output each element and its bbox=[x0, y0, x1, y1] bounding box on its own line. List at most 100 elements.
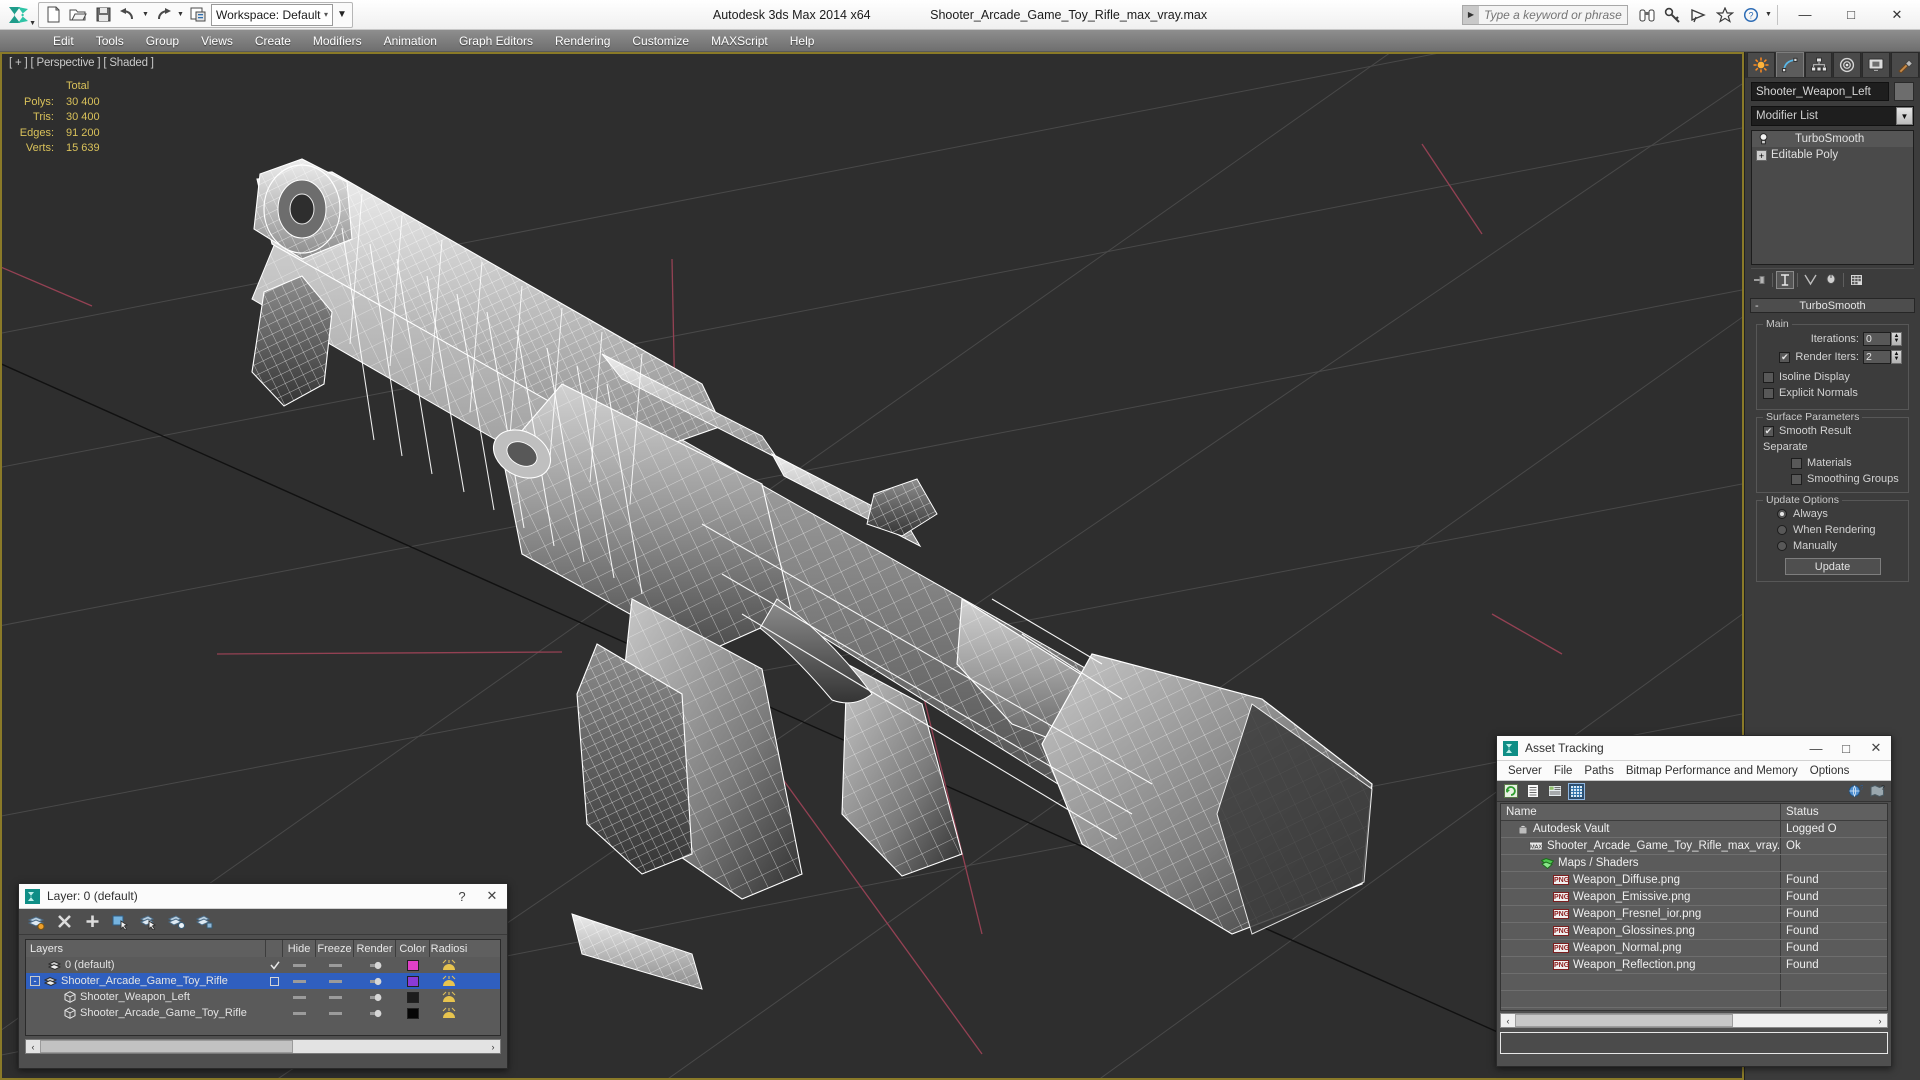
menu-customize[interactable]: Customize bbox=[621, 32, 700, 50]
menu-tools[interactable]: Tools bbox=[85, 32, 135, 50]
detail-view-icon[interactable] bbox=[1546, 783, 1563, 800]
new-file-icon[interactable] bbox=[41, 3, 65, 27]
grid-view-icon[interactable] bbox=[1568, 782, 1585, 800]
scroll-thumb[interactable] bbox=[40, 1040, 293, 1053]
modify-tab[interactable] bbox=[1775, 52, 1804, 77]
when-rendering-radio[interactable] bbox=[1777, 525, 1787, 535]
pin-stack-icon[interactable] bbox=[1751, 271, 1769, 289]
scroll-right-icon[interactable]: › bbox=[1873, 1014, 1887, 1027]
hide-toggle[interactable] bbox=[283, 963, 316, 967]
asset-maximize-button[interactable]: □ bbox=[1831, 736, 1861, 760]
table-row[interactable]: PNG Weapon_Glossines.png Found bbox=[1501, 923, 1887, 940]
freeze-toggle[interactable] bbox=[316, 963, 354, 967]
column-freeze[interactable]: Freeze bbox=[316, 940, 354, 957]
column-name[interactable]: Name bbox=[1501, 804, 1781, 820]
render-iters-spinner[interactable]: 2 ▲ ▼ bbox=[1863, 350, 1902, 364]
update-manually-row[interactable]: Manually bbox=[1763, 540, 1902, 552]
hide-unhide-layer-icon[interactable] bbox=[166, 912, 186, 932]
materials-checkbox[interactable] bbox=[1791, 457, 1802, 469]
search-input[interactable] bbox=[1479, 5, 1627, 24]
layer-color-swatch[interactable] bbox=[396, 959, 430, 971]
expand-plus-icon[interactable]: + bbox=[1756, 149, 1767, 161]
modifier-list-dropdown[interactable]: Modifier List ▼ bbox=[1751, 106, 1914, 126]
asset-menu-options[interactable]: Options bbox=[1804, 764, 1856, 778]
table-row[interactable]: PNG Weapon_Emissive.png Found bbox=[1501, 889, 1887, 906]
help-dropdown-icon[interactable]: ▼ bbox=[1764, 4, 1773, 26]
layer-close-button[interactable]: ✕ bbox=[477, 884, 507, 908]
menu-animation[interactable]: Animation bbox=[373, 32, 448, 50]
object-color-swatch[interactable] bbox=[396, 1007, 430, 1019]
star-icon[interactable] bbox=[1712, 2, 1738, 28]
explicit-normals-row[interactable]: Explicit Normals bbox=[1763, 387, 1902, 399]
column-status[interactable]: Status bbox=[1781, 804, 1887, 820]
globe-help-icon[interactable]: ? bbox=[1847, 783, 1864, 800]
table-row[interactable]: PNG Weapon_Diffuse.png Found bbox=[1501, 872, 1887, 889]
refresh-icon[interactable] bbox=[1502, 783, 1519, 800]
radiosity-toggle[interactable] bbox=[430, 991, 468, 1004]
modifier-stack-item-turbosmooth[interactable]: TurboSmooth bbox=[1752, 131, 1913, 147]
modifier-stack[interactable]: TurboSmooth + Editable Poly bbox=[1751, 130, 1914, 265]
asset-menu-file[interactable]: File bbox=[1548, 764, 1579, 778]
asset-menu-paths[interactable]: Paths bbox=[1578, 764, 1619, 778]
table-row[interactable]: 0 (default) bbox=[26, 957, 500, 973]
hide-toggle[interactable] bbox=[283, 1011, 316, 1015]
table-row[interactable]: Maps / Shaders bbox=[1501, 855, 1887, 872]
table-row[interactable]: MAX Shooter_Arcade_Game_Toy_Rifle_max_vr… bbox=[1501, 838, 1887, 855]
asset-tracking-window[interactable]: Asset Tracking — □ ✕ Server File Paths B… bbox=[1496, 735, 1892, 1067]
freeze-toggle[interactable] bbox=[316, 995, 354, 999]
radiosity-toggle[interactable] bbox=[430, 959, 468, 972]
hide-toggle[interactable] bbox=[283, 979, 316, 983]
expand-collapse-icon[interactable]: - bbox=[30, 976, 40, 986]
minimize-button[interactable]: — bbox=[1782, 0, 1828, 30]
menu-help[interactable]: Help bbox=[779, 32, 826, 50]
layer-window[interactable]: Layer: 0 (default) ? ✕ Layers Hide Freez… bbox=[18, 883, 508, 1069]
undo-dropdown-icon[interactable]: ▼ bbox=[141, 4, 150, 26]
explicit-normals-checkbox[interactable] bbox=[1763, 387, 1774, 399]
manually-radio[interactable] bbox=[1777, 541, 1787, 551]
update-when-rendering-row[interactable]: When Rendering bbox=[1763, 524, 1902, 536]
asset-menu-server[interactable]: Server bbox=[1502, 764, 1548, 778]
current-layer-check[interactable] bbox=[266, 960, 283, 970]
satellite-dish-icon[interactable] bbox=[1686, 2, 1712, 28]
search-expand-icon[interactable]: ▶ bbox=[1463, 5, 1479, 24]
table-row[interactable] bbox=[1501, 974, 1887, 991]
column-radiosity[interactable]: Radiosi bbox=[430, 940, 468, 957]
isoline-display-row[interactable]: Isoline Display bbox=[1763, 371, 1902, 383]
search-box[interactable]: ▶ bbox=[1462, 4, 1628, 25]
workspace-selector[interactable]: Workspace: Default ▾ bbox=[211, 3, 333, 26]
object-color-swatch[interactable] bbox=[1894, 82, 1914, 101]
render-iters-value[interactable]: 2 bbox=[1863, 350, 1891, 364]
asset-close-button[interactable]: ✕ bbox=[1861, 736, 1891, 760]
menu-edit[interactable]: Edit bbox=[42, 32, 85, 50]
scroll-thumb[interactable] bbox=[1515, 1014, 1733, 1027]
chevron-down-icon[interactable]: ▼ bbox=[1896, 107, 1913, 125]
hierarchy-tab[interactable] bbox=[1804, 52, 1833, 77]
asset-list[interactable]: Name Status Autodesk Vault Logged O MAX … bbox=[1500, 803, 1888, 1011]
layer-horizontal-scrollbar[interactable]: ‹ › bbox=[25, 1039, 501, 1054]
hide-toggle[interactable] bbox=[283, 995, 316, 999]
render-iters-checkbox[interactable]: ✔ bbox=[1779, 351, 1791, 363]
layer-help-button[interactable]: ? bbox=[447, 884, 477, 908]
column-hide[interactable]: Hide bbox=[283, 940, 316, 957]
select-objects-in-layer-icon[interactable] bbox=[110, 912, 130, 932]
scroll-left-icon[interactable]: ‹ bbox=[1501, 1014, 1515, 1027]
layer-list[interactable]: Layers Hide Freeze Render Color Radiosi … bbox=[25, 939, 501, 1036]
save-file-icon[interactable] bbox=[91, 3, 115, 27]
render-toggle[interactable] bbox=[354, 977, 396, 986]
open-file-icon[interactable] bbox=[66, 3, 90, 27]
smoothing-groups-checkbox[interactable] bbox=[1791, 473, 1802, 485]
table-row[interactable]: PNG Weapon_Normal.png Found bbox=[1501, 940, 1887, 957]
spinner-arrows-icon[interactable]: ▲ ▼ bbox=[1891, 332, 1902, 346]
map-help-icon[interactable]: ? bbox=[1869, 783, 1886, 800]
collapse-icon[interactable]: - bbox=[1755, 300, 1759, 312]
render-toggle[interactable] bbox=[354, 961, 396, 970]
lightbulb-icon[interactable] bbox=[1756, 132, 1770, 146]
object-color-swatch[interactable] bbox=[396, 991, 430, 1003]
menu-modifiers[interactable]: Modifiers bbox=[302, 32, 373, 50]
key-icon[interactable] bbox=[1660, 2, 1686, 28]
column-current[interactable] bbox=[266, 940, 283, 957]
column-color[interactable]: Color bbox=[396, 940, 430, 957]
create-new-layer-icon[interactable] bbox=[26, 912, 46, 932]
create-tab[interactable] bbox=[1747, 52, 1775, 77]
freeze-unfreeze-layer-icon[interactable] bbox=[194, 912, 214, 932]
